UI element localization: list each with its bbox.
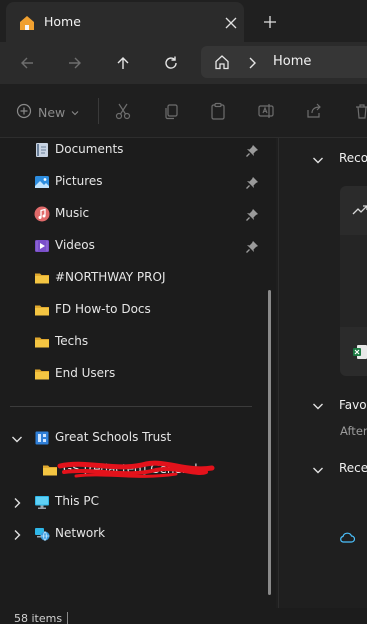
sidebar-scrollbar[interactable] <box>268 290 271 595</box>
music-icon <box>34 206 50 222</box>
pin-icon[interactable] <box>245 207 259 221</box>
sidebar-item-northway-proj[interactable]: #NORTHWAY PROJ <box>0 263 276 293</box>
up-arrow-icon[interactable] <box>108 48 138 78</box>
sidebar-item-label: Network <box>55 526 106 540</box>
rename-icon[interactable] <box>255 100 277 122</box>
documents-icon <box>34 142 50 158</box>
toolbar-separator <box>98 98 99 124</box>
chevron-down-icon[interactable] <box>311 462 325 476</box>
new-button-label: New <box>38 104 66 120</box>
section-title-recent[interactable]: Recen <box>339 461 367 475</box>
item-count: 58 items <box>14 612 63 624</box>
chevron-right-icon[interactable] <box>245 55 259 69</box>
sidebar-item-label: Pictures <box>55 174 103 188</box>
sidebar-item-great-schools-trust[interactable]: Great Schools Trust <box>0 423 276 453</box>
sidebar-item-label: Documents <box>55 142 124 156</box>
sidebar-item-network[interactable]: Network <box>0 519 276 549</box>
folder-icon <box>34 366 50 382</box>
new-tab-icon[interactable] <box>258 10 282 34</box>
home-icon <box>18 14 36 32</box>
folder-icon <box>34 270 50 286</box>
sidebar-item-pictures[interactable]: Pictures <box>0 167 276 197</box>
chevron-right-icon[interactable] <box>10 495 24 509</box>
navigation-pane: Documents Pictures Music Videos #NORTHWA… <box>0 138 276 608</box>
sidebar-divider <box>10 406 252 407</box>
folder-icon <box>34 302 50 318</box>
sidebar-item-label: End Users <box>55 366 116 380</box>
cloud-icon <box>339 529 356 543</box>
chevron-down-icon <box>71 105 79 120</box>
videos-icon <box>34 238 50 254</box>
plus-circle-icon <box>16 103 32 122</box>
sidebar-item-label: Music <box>55 206 90 220</box>
sidebar-item-label: Videos <box>55 238 95 252</box>
trending-icon <box>352 202 367 218</box>
sidebar-item-videos[interactable]: Videos <box>0 231 276 261</box>
file-explorer-window: Home Home New Documents Pictures Music V… <box>0 0 367 624</box>
status-separator <box>67 612 68 624</box>
sidebar-item-label: FD How-to Docs <box>55 302 151 316</box>
sidebar-item-fd-how-to-docs[interactable]: FD How-to Docs <box>0 295 276 325</box>
tab-title: Home <box>44 14 81 29</box>
breadcrumb-home[interactable]: Home <box>273 54 311 69</box>
share-icon[interactable] <box>303 100 325 122</box>
sidebar-item-label: This PC <box>55 494 99 508</box>
close-tab-icon[interactable] <box>220 12 242 34</box>
forward-arrow-icon[interactable] <box>60 48 90 78</box>
excel-file-icon <box>352 344 367 360</box>
sidebar-item-end-users[interactable]: End Users <box>0 359 276 389</box>
favorites-hint-text: After <box>340 424 367 438</box>
address-bar[interactable]: Home <box>201 46 367 78</box>
chevron-down-icon[interactable] <box>10 431 24 445</box>
delete-icon[interactable] <box>351 100 367 122</box>
this-pc-icon <box>34 494 50 510</box>
card-thumbnail <box>340 235 367 327</box>
pin-icon[interactable] <box>245 175 259 189</box>
cut-icon[interactable] <box>112 100 134 122</box>
pin-icon[interactable] <box>245 239 259 253</box>
section-title-favorites[interactable]: Favor <box>339 398 367 412</box>
pictures-icon <box>34 174 50 190</box>
chevron-down-icon[interactable] <box>311 152 325 166</box>
sidebar-item-music[interactable]: Music <box>0 199 276 229</box>
pin-icon[interactable] <box>245 143 259 157</box>
sidebar-item-label: Techs <box>55 334 89 348</box>
paste-icon[interactable] <box>207 100 229 122</box>
sidebar-item-documents[interactable]: Documents <box>0 135 276 165</box>
back-arrow-icon[interactable] <box>12 48 42 78</box>
sidebar-item-this-pc[interactable]: This PC <box>0 487 276 517</box>
sidebar-item-label: Great Schools Trust <box>55 430 172 444</box>
sidebar-item-techs[interactable]: Techs <box>0 327 276 357</box>
section-title-recommended[interactable]: Recom <box>339 151 367 165</box>
home-icon <box>213 53 231 71</box>
folder-icon <box>34 334 50 350</box>
onedrive-org-icon <box>34 430 50 446</box>
new-button[interactable]: New <box>16 101 79 123</box>
chevron-right-icon[interactable] <box>10 527 24 541</box>
chevron-down-icon[interactable] <box>311 398 325 412</box>
refresh-icon[interactable] <box>156 48 186 78</box>
network-icon <box>34 526 50 542</box>
copy-icon[interactable] <box>160 100 182 122</box>
sidebar-item-label: #NORTHWAY PROJ <box>55 270 166 284</box>
tab-home[interactable]: Home <box>6 2 244 42</box>
redaction-scribble <box>56 458 216 482</box>
